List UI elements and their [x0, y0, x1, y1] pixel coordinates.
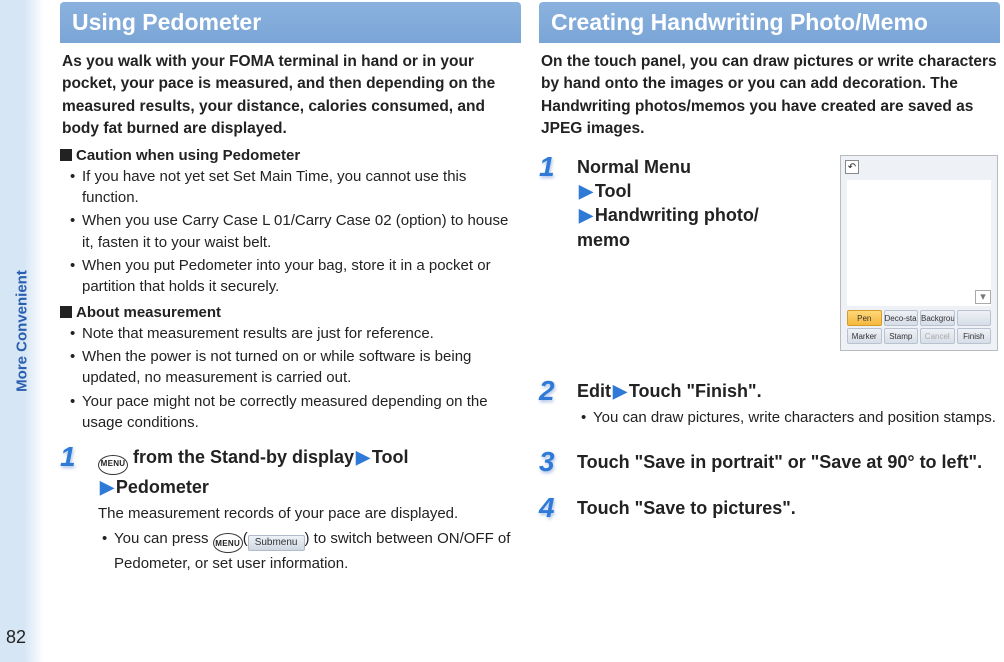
section-title-pedometer: Using Pedometer [60, 2, 521, 43]
step-text: Handwriting photo/ [595, 205, 759, 225]
section-title-handwriting: Creating Handwriting Photo/Memo [539, 2, 1000, 43]
tool-decostamp-button: Deco-stamp [884, 310, 919, 326]
caution-heading-text: Caution when using Pedometer [76, 147, 300, 164]
page-number: 82 [6, 627, 26, 648]
content-area: Using Pedometer As you walk with your FO… [60, 0, 1000, 662]
handwriting-step-2: 2 Edit▶Touch "Finish". You can draw pict… [539, 379, 1000, 428]
step-note: You can draw pictures, write characters … [581, 407, 1000, 428]
about-heading-text: About measurement [76, 304, 221, 321]
about-item: Note that measurement results are just f… [70, 323, 519, 344]
handwriting-step-3: 3 Touch "Save in portrait" or "Save at 9… [539, 450, 1000, 474]
arrow-icon: ▶ [577, 179, 595, 203]
arrow-icon: ▶ [577, 203, 595, 227]
step-text: Normal Menu [577, 157, 691, 177]
step-text: memo [577, 230, 630, 250]
step-note: You can press MENU(Submenu) to switch be… [102, 528, 521, 575]
step-description: The measurement records of your pace are… [98, 503, 521, 524]
note-text: You can press [114, 530, 213, 547]
caution-item: If you have not yet set Set Main Time, y… [70, 166, 519, 209]
arrow-icon: ▶ [354, 445, 372, 469]
step-text: Tool [595, 181, 632, 201]
tool-stamp-button: Stamp [884, 328, 919, 344]
about-item: Your pace might not be correctly measure… [70, 391, 519, 434]
caution-item: When you put Pedometer into your bag, st… [70, 255, 519, 298]
step-text: from the Stand-by display [128, 447, 354, 467]
tool-finish-button: Finish [957, 328, 992, 344]
side-rail: More Convenient [0, 0, 44, 662]
step-text: Touch "Finish". [629, 381, 762, 401]
arrow-icon: ▶ [611, 379, 629, 403]
handwriting-intro: On the touch panel, you can draw picture… [539, 51, 1000, 141]
caution-heading: Caution when using Pedometer [60, 147, 521, 164]
step-notes: You can draw pictures, write characters … [577, 407, 1000, 428]
step-number: 4 [539, 492, 555, 524]
submenu-chip: Submenu [248, 535, 305, 551]
menu-key-icon: MENU [213, 533, 243, 553]
side-rail-label: More Convenient [14, 270, 31, 392]
step-title: MENU from the Stand-by display▶Tool ▶Ped… [98, 445, 521, 499]
manual-page: More Convenient 82 Using Pedometer As yo… [0, 0, 1004, 662]
square-bullet-icon [60, 306, 72, 318]
handwriting-step-1: 1 ↶ ▾ Pen Deco-stamp Background Marker S… [539, 155, 1000, 357]
tool-cancel-button: Cancel [920, 328, 955, 344]
arrow-icon: ▶ [98, 475, 116, 499]
step-title: Edit▶Touch "Finish". [577, 379, 1000, 403]
left-column: Using Pedometer As you walk with your FO… [60, 2, 521, 662]
handwriting-step-4: 4 Touch "Save to pictures". [539, 496, 1000, 520]
step-number: 2 [539, 375, 555, 407]
about-list: Note that measurement results are just f… [60, 323, 521, 433]
step-number: 1 [539, 151, 555, 183]
menu-key-icon: MENU [98, 455, 128, 475]
step-text: Edit [577, 381, 611, 401]
tool-blank-button [957, 310, 992, 326]
about-item: When the power is not turned on or while… [70, 346, 519, 389]
tool-pen-button: Pen [847, 310, 882, 326]
step-number: 3 [539, 446, 555, 478]
step-text: Pedometer [116, 477, 209, 497]
square-bullet-icon [60, 149, 72, 161]
about-heading: About measurement [60, 304, 521, 321]
pedometer-step-1: 1 MENU from the Stand-by display▶Tool ▶P… [60, 445, 521, 574]
caution-list: If you have not yet set Set Main Time, y… [60, 166, 521, 298]
right-column: Creating Handwriting Photo/Memo On the t… [539, 2, 1000, 662]
pedometer-intro: As you walk with your FOMA terminal in h… [60, 51, 521, 141]
tool-background-button: Background [920, 310, 955, 326]
step-title: Touch "Save in portrait" or "Save at 90°… [577, 450, 1000, 474]
caution-item: When you use Carry Case L 01/Carry Case … [70, 210, 519, 253]
toolbar: Pen Deco-stamp Background Marker Stamp C… [847, 310, 991, 344]
undo-icon: ↶ [845, 160, 859, 174]
chevron-down-icon: ▾ [975, 290, 991, 304]
tool-marker-button: Marker [847, 328, 882, 344]
step-number: 1 [60, 441, 76, 473]
drawing-canvas [847, 180, 991, 306]
device-screenshot: ↶ ▾ Pen Deco-stamp Background Marker Sta… [840, 155, 998, 351]
step-notes: You can press MENU(Submenu) to switch be… [98, 528, 521, 575]
step-text: Tool [372, 447, 409, 467]
step-title: Touch "Save to pictures". [577, 496, 1000, 520]
